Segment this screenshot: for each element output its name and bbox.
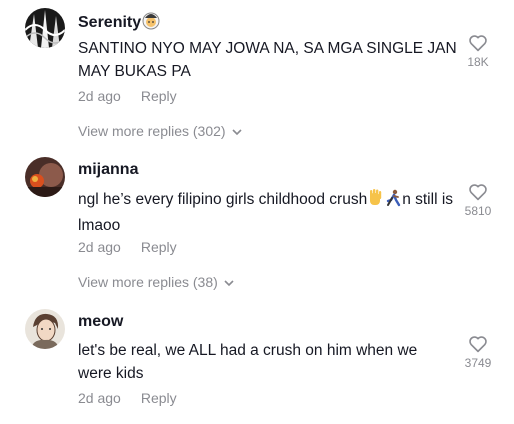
view-more-replies[interactable]: View more replies (38) (78, 274, 234, 290)
comment-username[interactable]: Serenity (78, 10, 161, 35)
like-count: 5810 (464, 204, 492, 218)
like-count: 3749 (464, 356, 492, 370)
comment-meta: 2d ago Reply (78, 390, 177, 406)
comment-text: let's be real, we ALL had a crush on him… (78, 342, 418, 382)
reply-button[interactable]: Reply (141, 390, 177, 406)
like-count: 18K (467, 55, 489, 69)
heart-outline-icon (469, 184, 487, 201)
avatar-image (25, 157, 65, 197)
avatar-image (25, 8, 65, 48)
heart-outline-icon (469, 336, 487, 353)
like-button[interactable]: 18K (458, 34, 498, 69)
view-more-replies[interactable]: View more replies (302) (78, 123, 242, 139)
comment-text-part: ngl he’s every filipino girls childhood … (78, 191, 368, 208)
reply-button[interactable]: Reply (141, 239, 177, 255)
view-more-label: View more replies (302) (78, 123, 226, 139)
comment-timestamp: 2d ago (78, 88, 121, 104)
like-button[interactable]: 5810 (458, 183, 498, 218)
comment-meta: 2d ago Reply (78, 239, 177, 255)
view-more-label: View more replies (38) (78, 274, 218, 290)
comment-text: SANTINO NYO MAY JOWA NA, SA MGA SINGLE J… (78, 40, 457, 80)
avatar[interactable] (25, 157, 65, 197)
avatar[interactable] (25, 309, 65, 349)
comment-meta: 2d ago Reply (78, 88, 177, 104)
avatar-image (25, 309, 65, 349)
like-button[interactable]: 3749 (458, 335, 498, 370)
avatar[interactable] (25, 8, 65, 48)
comment-text: ngl he’s every filipino girls childhood … (78, 188, 463, 237)
comment-timestamp: 2d ago (78, 239, 121, 255)
username-text: Serenity (78, 14, 142, 31)
chevron-down-icon (224, 280, 234, 287)
reply-button[interactable]: Reply (141, 88, 177, 104)
running-person-emoji (384, 189, 402, 214)
raised-hand-emoji (367, 189, 384, 214)
heart-outline-icon (469, 35, 487, 52)
chevron-down-icon (232, 129, 242, 136)
woman-with-veil-emoji (141, 10, 161, 35)
comment-username[interactable]: mijanna (78, 161, 138, 179)
comment-timestamp: 2d ago (78, 390, 121, 406)
comment-username[interactable]: meow (78, 313, 123, 331)
